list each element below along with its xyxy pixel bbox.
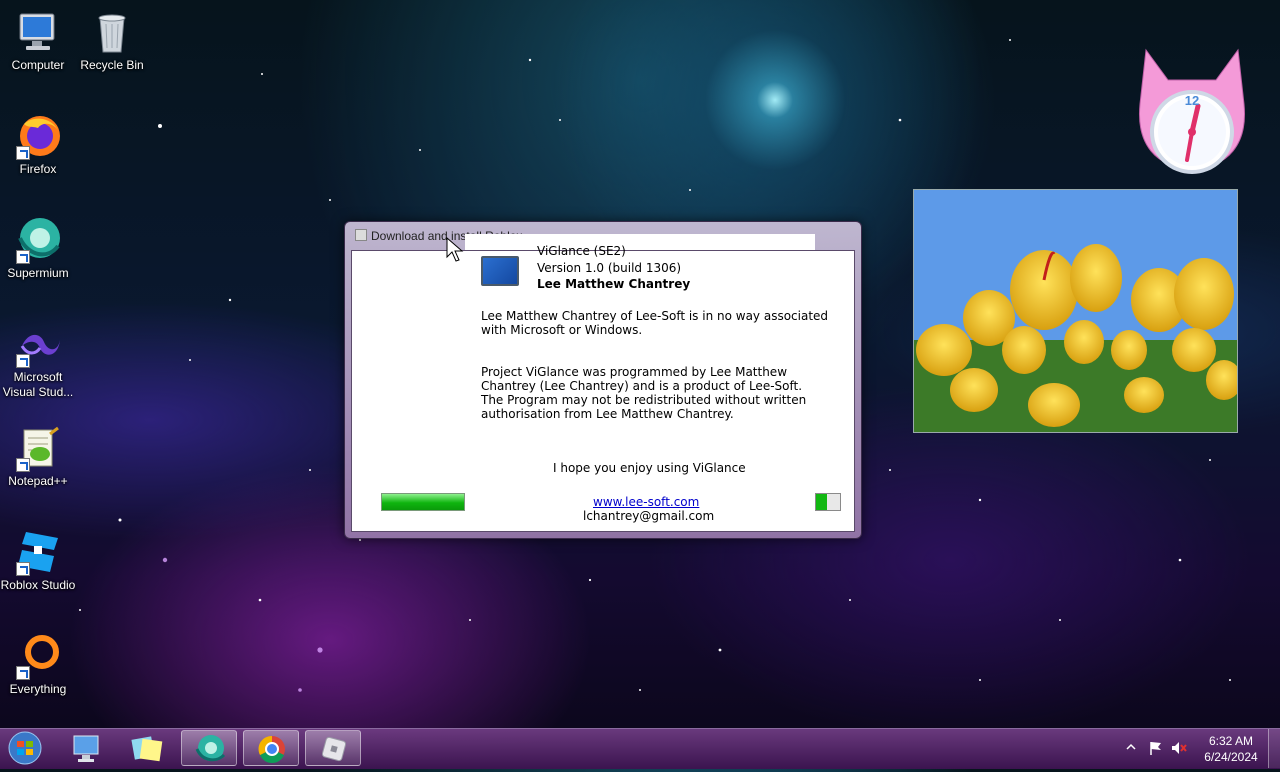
volume-muted-icon[interactable] xyxy=(1170,740,1188,756)
window-icon xyxy=(355,229,367,241)
desktop-icon-computer[interactable]: Computer xyxy=(0,8,76,73)
roblox-icon xyxy=(321,736,347,762)
desktop-icon-label: Supermium xyxy=(7,266,69,280)
remote-desktop-icon xyxy=(73,735,99,762)
shortcut-arrow-icon xyxy=(16,562,30,576)
desktop-icon-supermium[interactable]: Supermium xyxy=(0,216,76,281)
progress-bar-left xyxy=(381,493,465,511)
taskbar-button-remote-desktop[interactable] xyxy=(58,730,114,766)
chrome-icon xyxy=(258,735,285,763)
shortcut-arrow-icon xyxy=(16,458,30,472)
taskbar-button-chrome[interactable] xyxy=(243,730,299,766)
about-line-4: authorisation from Lee Matthew Chantrey. xyxy=(481,407,734,421)
version-text: Version 1.0 (build 1306) xyxy=(537,261,682,275)
notepad-plus-plus-icon xyxy=(14,424,62,472)
action-center-flag-icon[interactable] xyxy=(1148,740,1164,756)
email-text: lchantrey@gmail.com xyxy=(583,509,715,523)
shortcut-arrow-icon xyxy=(16,146,30,160)
shortcut-arrow-icon xyxy=(16,354,30,368)
about-panel-header xyxy=(465,234,815,250)
desktop-icon-notepad-plus-plus[interactable]: Notepad++ xyxy=(0,424,76,489)
disclaimer-line-2: with Microsoft or Windows. xyxy=(481,323,643,337)
show-desktop-button[interactable] xyxy=(1268,729,1280,768)
enjoy-text: I hope you enjoy using ViGlance xyxy=(553,461,746,475)
start-button[interactable] xyxy=(6,731,44,765)
desktop-icon-recycle-bin[interactable]: Recycle Bin xyxy=(74,8,150,73)
tulips-photo xyxy=(914,190,1237,432)
computer-icon xyxy=(14,8,62,56)
recycle-bin-icon xyxy=(88,8,136,56)
show-hidden-icons-chevron-up-icon[interactable] xyxy=(1126,743,1136,751)
about-line-3: The Program may not be redistributed wit… xyxy=(481,393,807,407)
roblox-studio-icon xyxy=(14,528,62,576)
supermium-icon xyxy=(195,735,226,762)
cat-clock-icon: 12 xyxy=(1138,48,1246,174)
desktop-icon-visual-studio[interactable]: Microsoft Visual Stud... xyxy=(0,320,76,400)
desktop-icon-label: Recycle Bin xyxy=(80,58,144,72)
desktop-icon-label: Everything xyxy=(9,682,67,696)
desktop-icon-label: Roblox Studio xyxy=(0,578,76,592)
progress-bar-right xyxy=(815,493,841,511)
taskbar-button-supermium[interactable] xyxy=(181,730,237,766)
about-line-2: Chantrey (Lee Chantrey) and is a product… xyxy=(481,379,803,393)
clock-number-12: 12 xyxy=(1185,93,1199,108)
desktop-icon-label: Microsoft Visual Stud... xyxy=(2,370,74,399)
desktop-icon-label: Firefox xyxy=(19,162,57,176)
website-link[interactable]: www.lee-soft.com xyxy=(593,495,699,509)
firefox-icon xyxy=(14,112,62,160)
product-name: ViGlance (SE2) xyxy=(537,244,626,258)
disclaimer-line-1: Lee Matthew Chantrey of Lee-Soft is in n… xyxy=(481,309,829,323)
desktop-icon-everything[interactable]: Everything xyxy=(0,632,76,697)
visual-studio-icon xyxy=(14,320,62,368)
taskbar-time: 6:32 AM xyxy=(1208,734,1254,748)
supermium-icon xyxy=(14,216,62,264)
taskbar-button-sticky-notes[interactable] xyxy=(119,730,175,766)
desktop-icon-label: Notepad++ xyxy=(8,474,68,488)
taskbar-clock[interactable]: 6:32 AM 6/24/2024 xyxy=(1196,733,1266,765)
desktop-icon-roblox-studio[interactable]: Roblox Studio xyxy=(0,528,76,593)
start-orb-icon xyxy=(8,731,42,765)
shortcut-arrow-icon xyxy=(16,250,30,264)
clock-gadget[interactable]: 12 xyxy=(1132,44,1252,174)
author-name: Lee Matthew Chantrey xyxy=(537,277,691,291)
viglance-monitor-icon xyxy=(481,256,519,286)
slideshow-gadget[interactable] xyxy=(913,189,1238,433)
desktop-icon-firefox[interactable]: Firefox xyxy=(0,112,76,177)
sticky-notes-icon xyxy=(131,736,163,762)
shortcut-arrow-icon xyxy=(16,666,30,680)
everything-search-icon xyxy=(14,632,62,680)
desktop-icon-label: Computer xyxy=(11,58,65,72)
taskbar-button-roblox[interactable] xyxy=(305,730,361,766)
about-line-1: Project ViGlance was programmed by Lee M… xyxy=(481,365,788,379)
mouse-cursor-icon xyxy=(446,237,464,262)
taskbar-date: 6/24/2024 xyxy=(1204,750,1258,764)
